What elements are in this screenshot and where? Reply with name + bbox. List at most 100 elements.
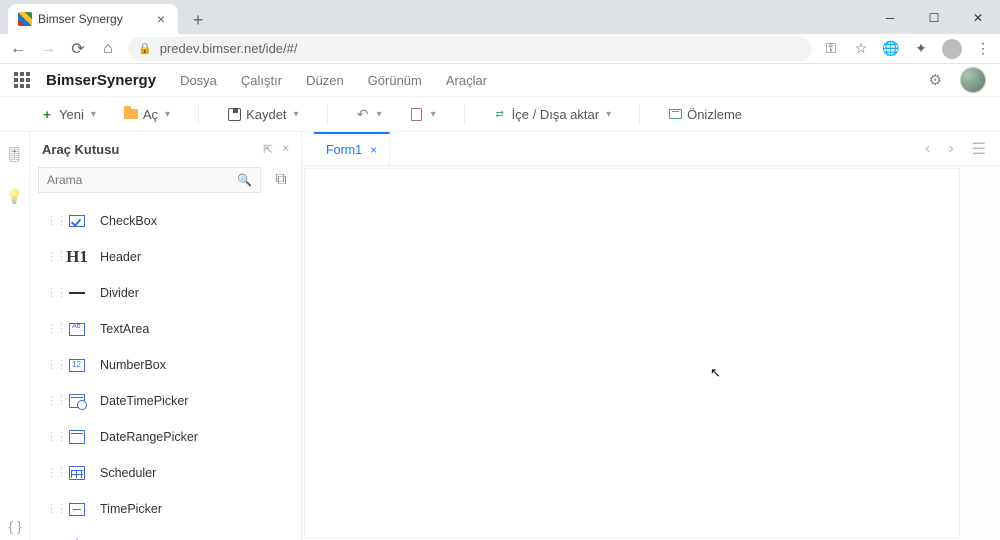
tool-scheduler[interactable]: ⋮⋮ Scheduler [30,455,301,491]
maximize-button[interactable]: ☐ [912,2,956,34]
tool-rate[interactable]: ⋮⋮ ☆ Rate [30,527,301,540]
new-tab-button[interactable]: + [184,6,212,34]
left-rail: 🎚 💡 { } [0,132,30,540]
preview-button[interactable]: Önizleme [668,107,742,122]
close-document-icon[interactable]: × [370,143,377,157]
drag-handle-icon[interactable]: ⋮⋮ [46,471,54,476]
settings-gear-icon[interactable]: ⚙ [929,71,942,89]
pin-icon[interactable]: ⇱ [263,143,272,156]
brand-name: BimserSynergy [46,72,156,89]
rate-icon: ☆ [66,534,88,540]
search-icon: 🔍 [237,173,252,187]
undo-button[interactable]: ↶ ▾ [356,107,382,121]
translate-icon[interactable]: 🌐 [882,40,900,58]
tool-daterangepicker[interactable]: ⋮⋮ DateRangePicker [30,419,301,455]
address-bar: ← → ⟳ ⌂ 🔒 predev.bimser.net/ide/#/ ⚿ ☆ 🌐… [0,34,1000,64]
drag-handle-icon[interactable]: ⋮⋮ [46,219,54,224]
drag-handle-icon[interactable]: ⋮⋮ [46,291,54,296]
close-window-button[interactable]: ✕ [956,2,1000,34]
browser-tab[interactable]: Bimser Synergy × [8,4,178,34]
rail-bracket-icon[interactable]: { } [7,518,23,534]
body-area: 🎚 💡 { } Araç Kutusu ⇱ × 🔍 ⧉ ⋮⋮ CheckBox [0,132,1000,540]
scheduler-icon [69,466,85,480]
save-button[interactable]: Kaydet ▾ [227,107,299,122]
import-export-icon: ⇄ [493,107,507,121]
user-avatar[interactable] [960,67,986,93]
tool-checkbox[interactable]: ⋮⋮ CheckBox [30,203,301,239]
forward-button[interactable]: → [38,39,58,59]
document-tab-form1[interactable]: Form1 × [314,132,390,165]
drag-handle-icon[interactable]: ⋮⋮ [46,363,54,368]
browser-tab-strip: Bimser Synergy × + ─ ☐ ✕ [0,0,1000,34]
next-tab-icon[interactable]: › [944,136,957,162]
menu-layout[interactable]: Düzen [306,73,344,88]
drag-handle-icon[interactable]: ⋮⋮ [46,399,54,404]
toolbox-search[interactable]: 🔍 [38,167,261,193]
search-input[interactable] [47,173,237,187]
rail-tools-icon[interactable]: 🎚 [7,146,23,162]
plus-icon: + [40,107,54,121]
key-icon[interactable]: ⚿ [822,40,840,58]
profile-avatar-icon[interactable] [942,39,962,59]
drag-handle-icon[interactable]: ⋮⋮ [46,435,54,440]
chevron-down-icon: ▾ [431,109,436,120]
reload-button[interactable]: ⟳ [68,39,88,59]
save-icon [228,108,241,121]
divider-icon [69,292,85,294]
home-button[interactable]: ⌂ [98,39,118,59]
drag-handle-icon[interactable]: ⋮⋮ [46,327,54,332]
close-tab-icon[interactable]: × [154,12,168,26]
clipboard-icon [411,108,422,121]
app-topbar: BimserSynergy Dosya Çalıştır Düzen Görün… [0,64,1000,96]
star-icon[interactable]: ☆ [852,40,870,58]
menu-file[interactable]: Dosya [180,73,217,88]
close-panel-icon[interactable]: × [283,143,289,156]
import-export-button[interactable]: ⇄ İçe / Dışa aktar ▾ [493,107,611,122]
drag-handle-icon[interactable]: ⋮⋮ [46,507,54,512]
tool-label: CheckBox [100,214,157,228]
chevron-down-icon: ▾ [377,109,382,120]
url-field[interactable]: 🔒 predev.bimser.net/ide/#/ [128,37,812,61]
form-canvas[interactable]: ↖ [304,168,960,538]
chevron-down-icon: ▾ [165,109,170,120]
tool-numberbox[interactable]: ⋮⋮ NumberBox [30,347,301,383]
toolbox-list: ⋮⋮ CheckBox ⋮⋮ H1 Header ⋮⋮ Divider ⋮⋮ T… [30,201,301,540]
new-button[interactable]: + Yeni ▾ [40,107,96,122]
tool-timepicker[interactable]: ⋮⋮ TimePicker [30,491,301,527]
tab-list-icon[interactable]: ☰ [968,135,990,163]
tool-label: DateRangePicker [100,430,198,444]
menu-run[interactable]: Çalıştır [241,73,282,88]
collapse-icon[interactable]: ⧉ [269,168,293,192]
app-switcher-icon[interactable] [14,72,30,88]
tool-textarea[interactable]: ⋮⋮ TextArea [30,311,301,347]
browser-tab-title: Bimser Synergy [38,12,123,26]
numberbox-icon [69,359,85,372]
daterangepicker-icon [69,430,85,444]
toolbox-header: Araç Kutusu ⇱ × [30,132,301,163]
chevron-down-icon: ▾ [294,109,299,120]
tool-divider[interactable]: ⋮⋮ Divider [30,275,301,311]
preview-icon [669,109,682,119]
document-tab-label: Form1 [326,143,362,157]
kebab-menu-icon[interactable]: ⋮ [974,40,992,58]
tool-header[interactable]: ⋮⋮ H1 Header [30,239,301,275]
back-button[interactable]: ← [8,39,28,59]
open-button[interactable]: Aç ▾ [124,107,170,122]
extensions-icon[interactable]: ✦ [912,40,930,58]
menu-tools[interactable]: Araçlar [446,73,487,88]
menu-view[interactable]: Görünüm [368,73,422,88]
tool-label: Header [100,250,141,264]
clipboard-button[interactable]: ▾ [410,107,436,121]
rail-light-icon[interactable]: 💡 [7,188,23,204]
folder-icon [124,109,138,119]
preview-label: Önizleme [687,107,742,122]
new-label: Yeni [59,107,84,122]
lock-icon: 🔒 [138,42,152,55]
tool-datetimepicker[interactable]: ⋮⋮ DateTimePicker [30,383,301,419]
drag-handle-icon[interactable]: ⋮⋮ [46,255,54,260]
open-label: Aç [143,107,158,122]
prev-tab-icon[interactable]: ‹ [921,136,934,162]
save-label: Kaydet [246,107,286,122]
minimize-button[interactable]: ─ [868,2,912,34]
checkbox-icon [69,215,85,227]
